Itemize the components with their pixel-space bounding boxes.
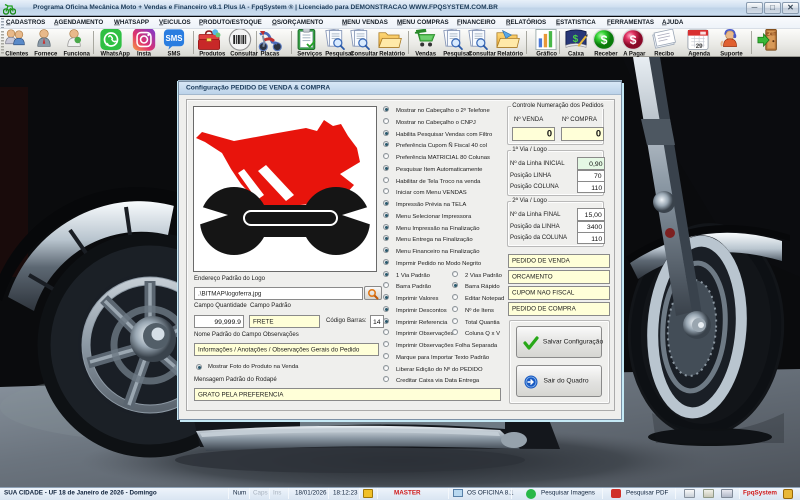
svg-text:EXIT: EXIT bbox=[766, 32, 776, 37]
